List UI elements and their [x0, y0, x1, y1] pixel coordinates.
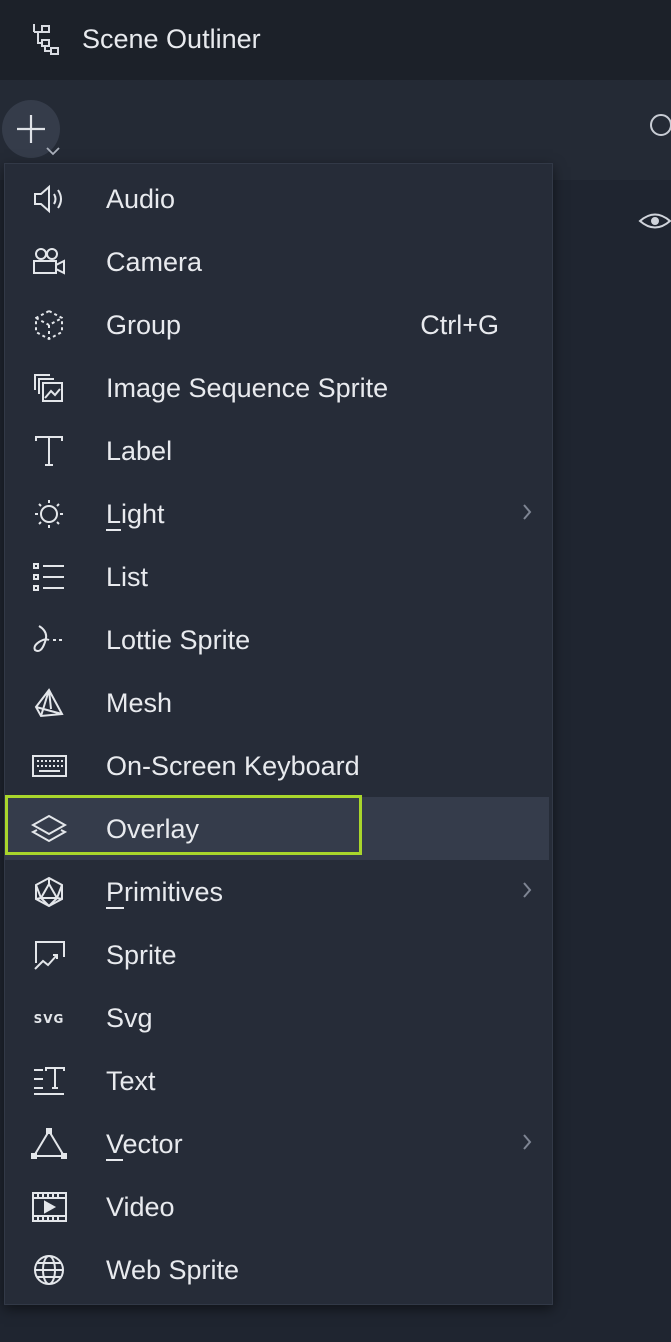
light-icon — [35, 500, 63, 528]
chevron-right-icon — [523, 504, 532, 520]
menu-item-label: Text — [106, 1066, 156, 1096]
add-node-menu: Audio Camera Group Ctrl+G Image Sequence… — [4, 163, 553, 1305]
menu-item-label: Video — [106, 1192, 175, 1222]
svg-text:SVG: SVG — [34, 1012, 65, 1026]
menu-item-shortcut: Ctrl+G — [420, 310, 499, 340]
menu-item-label: List — [106, 562, 149, 592]
menu-item-group[interactable]: Group Ctrl+G — [5, 293, 549, 356]
menu-item-image-sequence-sprite[interactable]: Image Sequence Sprite — [5, 356, 549, 419]
menu-item-label: Svg — [106, 1003, 153, 1033]
menu-item-label: Web Sprite — [106, 1255, 240, 1285]
menu-item-label: Audio — [106, 184, 176, 214]
web-sprite-icon — [34, 1255, 64, 1285]
menu-item-web-sprite[interactable]: Web Sprite — [5, 1238, 549, 1301]
video-icon — [32, 1192, 67, 1222]
camera-icon — [33, 248, 65, 275]
panel-title: Scene Outliner — [82, 24, 261, 54]
scene-outliner-icon — [33, 24, 59, 55]
group-icon — [35, 309, 63, 341]
menu-item-label: Mesh — [106, 688, 173, 718]
search-icon[interactable] — [650, 114, 671, 136]
menu-item-label: On-Screen Keyboard — [106, 751, 360, 781]
menu-item-lottie-sprite[interactable]: Lottie Sprite — [5, 608, 549, 671]
svg-icon: SVG — [34, 1012, 65, 1026]
primitives-icon — [35, 876, 63, 908]
chevron-right-icon — [523, 1134, 532, 1150]
menu-item-light[interactable]: Light — [5, 482, 549, 545]
menu-item-audio[interactable]: Audio — [5, 167, 549, 230]
menu-item-label-text: Label — [106, 436, 173, 466]
menu-item-label: Lottie Sprite — [106, 625, 251, 655]
list-icon — [33, 563, 64, 591]
highlight-annotation-box — [5, 795, 362, 855]
chevron-right-icon — [523, 882, 532, 898]
sprite-icon — [34, 941, 65, 970]
plus-icon — [17, 115, 45, 143]
menu-item-list[interactable]: List — [5, 545, 549, 608]
speaker-icon — [34, 184, 62, 214]
menu-item-svg[interactable]: SVG Svg — [5, 986, 549, 1049]
menu-item-label: Group — [106, 310, 182, 340]
menu-item-label: Vector — [106, 1129, 183, 1161]
keyboard-icon — [32, 755, 67, 777]
menu-item-video[interactable]: Video — [5, 1175, 549, 1238]
mesh-icon — [34, 688, 64, 718]
menu-item-label: Light — [106, 499, 165, 531]
menu-item-label: Primitives — [106, 877, 224, 909]
menu-item-camera[interactable]: Camera — [5, 230, 549, 293]
menu-item-on-screen-keyboard[interactable]: On-Screen Keyboard — [5, 734, 549, 797]
image-sequence-icon — [34, 374, 63, 402]
menu-item-primitives[interactable]: Primitives — [5, 860, 549, 923]
lottie-icon — [33, 625, 62, 652]
eye-icon[interactable] — [638, 208, 671, 234]
chevron-down-icon[interactable] — [45, 146, 61, 156]
menu-item-label: Camera — [106, 247, 203, 277]
menu-item-text[interactable]: Text — [5, 1049, 549, 1112]
menu-item-label: Image Sequence Sprite — [106, 373, 389, 403]
menu-item-sprite[interactable]: Sprite — [5, 923, 549, 986]
menu-item-mesh[interactable]: Mesh — [5, 671, 549, 734]
title-bar: Scene Outliner — [0, 0, 671, 80]
label-icon — [35, 436, 63, 466]
menu-item-label[interactable]: Label — [5, 419, 549, 482]
vector-icon — [31, 1128, 67, 1159]
menu-item-label: Sprite — [106, 940, 177, 970]
text-icon — [34, 1067, 65, 1095]
menu-item-vector[interactable]: Vector — [5, 1112, 549, 1175]
